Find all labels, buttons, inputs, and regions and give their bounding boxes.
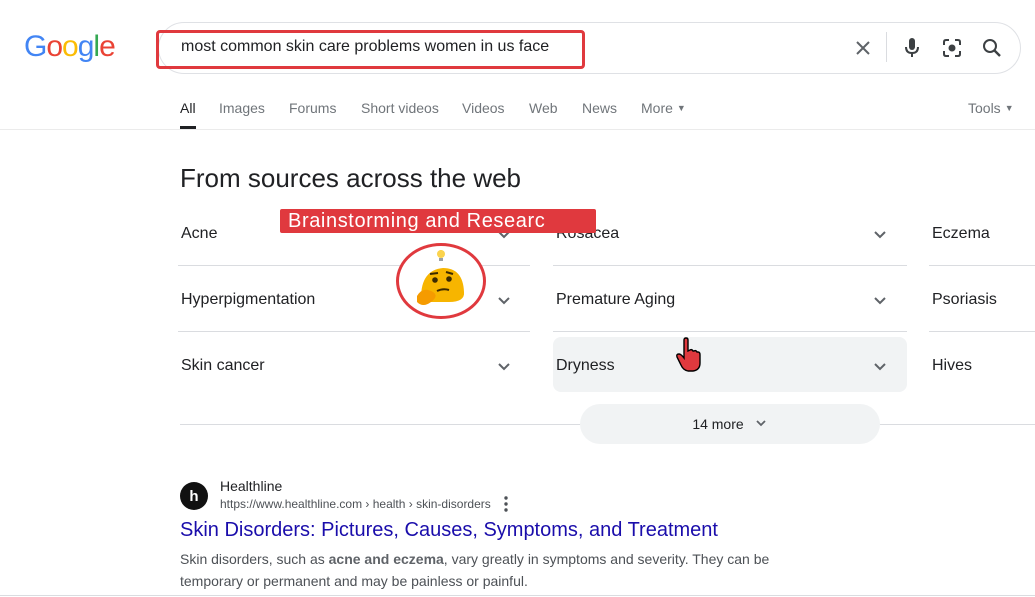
- result-title-link[interactable]: Skin Disorders: Pictures, Causes, Sympto…: [180, 519, 718, 542]
- kebab-icon[interactable]: [498, 495, 514, 513]
- topic-label: Skin cancer: [181, 357, 265, 374]
- show-more-button[interactable]: 14 more: [580, 404, 880, 444]
- result-url[interactable]: https://www.healthline.com › health › sk…: [220, 497, 491, 511]
- tab-more-label: More: [641, 100, 673, 116]
- google-logo[interactable]: Google: [24, 30, 116, 64]
- chevron-down-icon: [868, 288, 892, 312]
- chevron-down-icon: [868, 222, 892, 246]
- topic-label: Eczema: [932, 225, 990, 242]
- bottom-divider: [0, 595, 1035, 596]
- topic-label: Hives: [932, 357, 973, 374]
- hand-cursor-icon: [674, 337, 704, 373]
- tab-more[interactable]: More ▼: [641, 100, 686, 116]
- topic-eczema[interactable]: Eczema: [929, 204, 1035, 266]
- search-input[interactable]: most common skin care problems women in …: [181, 38, 549, 56]
- tab-news[interactable]: News: [582, 100, 617, 116]
- caret-down-icon: ▼: [676, 103, 686, 113]
- caret-down-icon: ▼: [1004, 103, 1014, 113]
- topic-dryness[interactable]: Dryness: [553, 337, 907, 392]
- show-more-label: 14 more: [692, 416, 744, 432]
- tabs-divider: [0, 129, 1035, 130]
- topic-label: Acne: [181, 225, 218, 242]
- microphone-icon[interactable]: [900, 36, 924, 60]
- logo-letter: G: [24, 30, 47, 63]
- topic-rosacea[interactable]: Rosacea: [553, 204, 907, 266]
- chevron-down-icon: [492, 288, 516, 312]
- topic-label: Psoriasis: [932, 291, 997, 308]
- tab-short-videos[interactable]: Short videos: [361, 100, 439, 116]
- topic-label: Premature Aging: [556, 291, 676, 308]
- chevron-down-icon: [754, 416, 768, 433]
- chevron-down-icon: [492, 354, 516, 378]
- activity-banner: Brainstorming and Researc: [280, 209, 596, 233]
- lens-camera-icon[interactable]: [940, 36, 964, 60]
- snippet-bold: acne and eczema: [328, 551, 444, 567]
- tab-videos[interactable]: Videos: [462, 100, 505, 116]
- result-site-name[interactable]: Healthline: [220, 478, 282, 494]
- thinking-face-icon: [396, 243, 486, 319]
- logo-letter: o: [62, 30, 79, 63]
- tab-images[interactable]: Images: [219, 100, 265, 116]
- snippet-text: Skin disorders, such as: [180, 551, 329, 567]
- tab-web[interactable]: Web: [529, 100, 558, 116]
- topic-label: Hyperpigmentation: [181, 291, 316, 308]
- search-icon[interactable]: [980, 36, 1004, 60]
- search-tabs: All Images Forums Short videos Videos We…: [0, 98, 1035, 130]
- healthline-favicon[interactable]: h: [180, 482, 208, 510]
- section-title: From sources across the web: [180, 163, 522, 193]
- result-snippet: Skin disorders, such as acne and eczema,…: [180, 548, 800, 592]
- tools-button[interactable]: Tools ▼: [968, 100, 1014, 116]
- search-divider: [886, 32, 887, 62]
- logo-letter: g: [77, 30, 95, 63]
- logo-letter: o: [46, 30, 63, 63]
- topic-label: Dryness: [556, 357, 615, 374]
- topic-premature-aging[interactable]: Premature Aging: [553, 270, 907, 332]
- logo-letter: e: [99, 30, 116, 63]
- topic-skin-cancer[interactable]: Skin cancer: [178, 336, 530, 398]
- tab-forums[interactable]: Forums: [289, 100, 336, 116]
- chevron-down-icon: [868, 354, 892, 378]
- topic-psoriasis[interactable]: Psoriasis: [929, 270, 1035, 332]
- tab-all[interactable]: All: [180, 100, 196, 116]
- topic-hives[interactable]: Hives: [929, 336, 1035, 398]
- close-icon[interactable]: [851, 36, 875, 60]
- tools-label: Tools: [968, 100, 1001, 116]
